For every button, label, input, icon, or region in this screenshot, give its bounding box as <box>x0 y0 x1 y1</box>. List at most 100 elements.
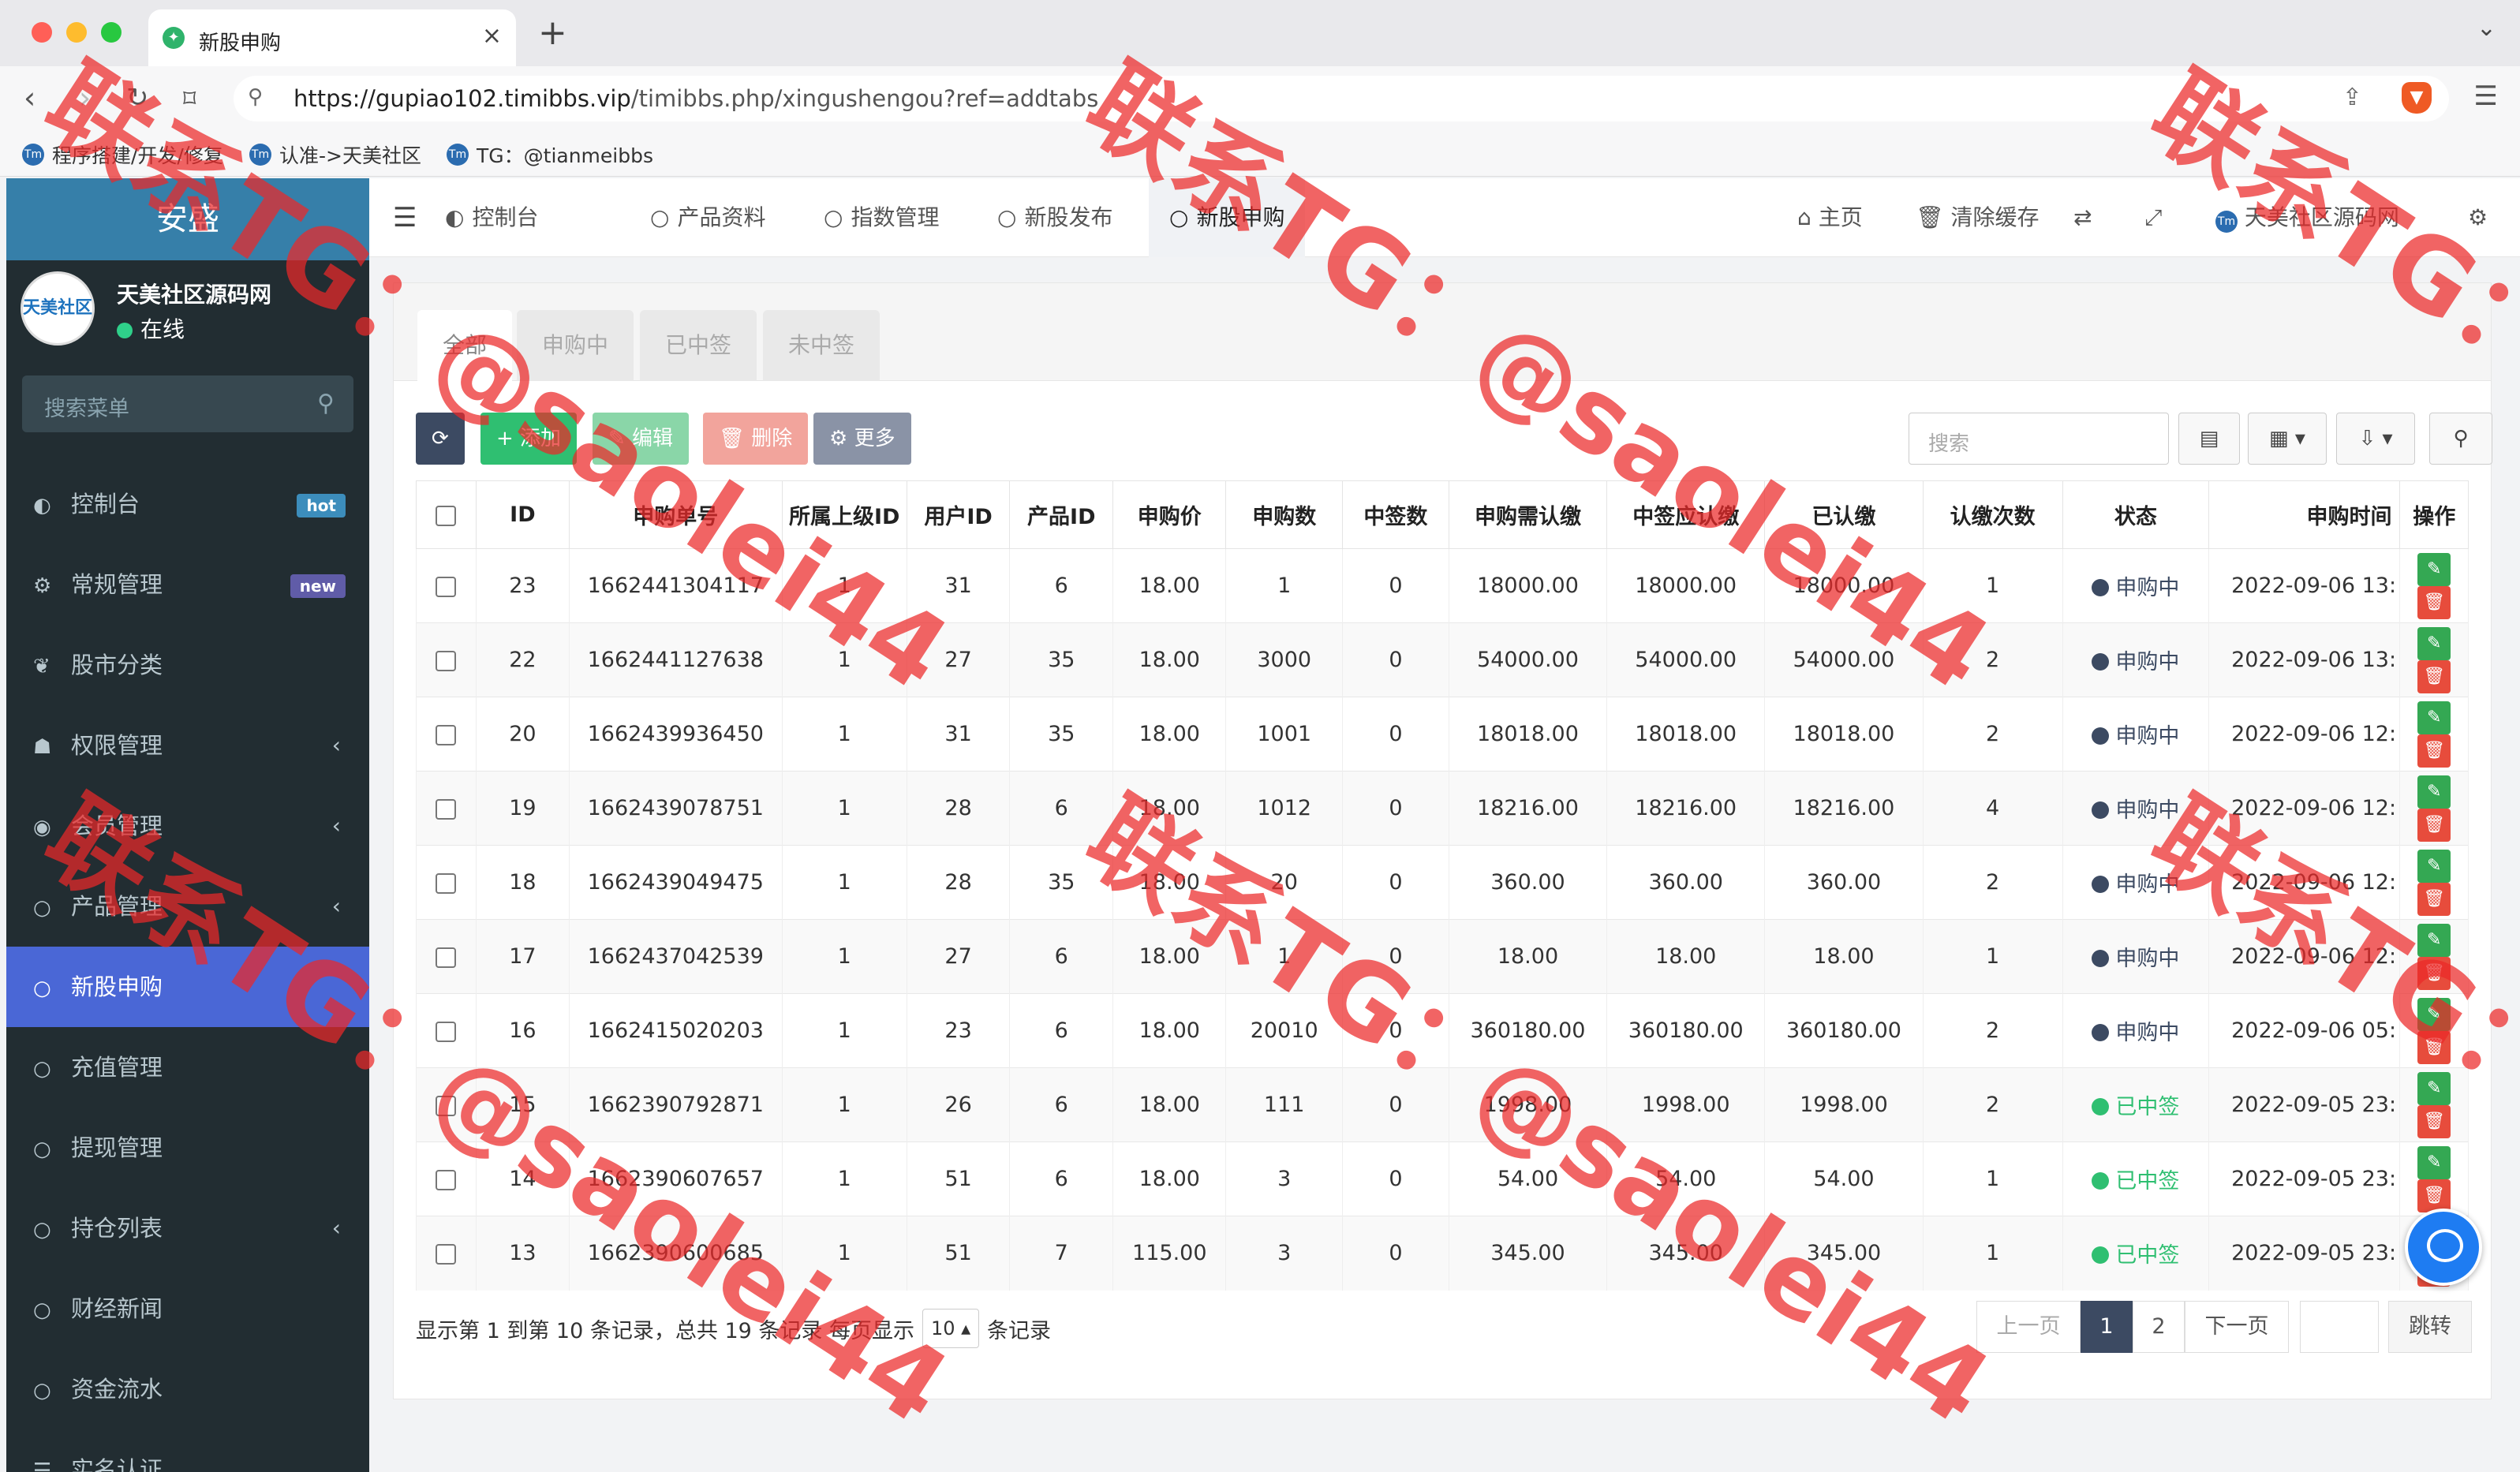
page-2-button[interactable]: 2 <box>2133 1301 2185 1353</box>
row-edit-icon[interactable]: ✎ <box>2417 552 2451 586</box>
row-delete-icon[interactable]: 🗑 <box>2417 734 2451 768</box>
zoom-window-button[interactable] <box>101 22 122 43</box>
column-header[interactable]: 产品ID <box>1009 480 1114 549</box>
clear-cache-link[interactable]: 🗑 清除缓存 <box>1916 178 2039 257</box>
row-checkbox[interactable] <box>436 1243 457 1265</box>
top-tab[interactable]: ○ 产品资料 <box>630 178 786 257</box>
more-button[interactable]: ⚙ 更多 <box>813 413 911 465</box>
settings-icon[interactable]: ⚙ <box>2468 178 2488 257</box>
table-row[interactable]: 13 1662390600685 1 51 7 115.00 3 0 345.00 345.00 3… <box>416 1216 2469 1291</box>
add-button[interactable]: + 添加 <box>480 413 578 465</box>
table-row[interactable]: 20 1662439936450 1 31 35 18.00 1001 0 18018.00 18… <box>416 697 2469 771</box>
reload-icon[interactable]: ↻ <box>126 82 149 114</box>
browser-tab[interactable]: ✦ 新股申购 × <box>148 9 516 66</box>
table-row[interactable]: 15 1662390792871 1 26 6 18.00 111 0 1998.00 1998.… <box>416 1067 2469 1142</box>
top-tab[interactable]: ○ 新股申购 <box>1149 178 1306 257</box>
sidebar-item[interactable]: ○ 新股申购 <box>6 947 369 1027</box>
edit-button[interactable]: ✎ 编辑 <box>593 413 690 465</box>
forward-icon[interactable]: › <box>79 80 91 115</box>
delete-button[interactable]: 🗑 删除 <box>703 413 809 465</box>
table-row[interactable]: 16 1662415020203 1 23 6 18.00 20010 0 360180.00 3… <box>416 993 2469 1068</box>
column-header[interactable]: 申购价 <box>1112 480 1227 549</box>
row-delete-icon[interactable]: 🗑 <box>2417 1104 2451 1138</box>
search-icon[interactable]: ⚲ <box>2429 413 2492 465</box>
columns-icon[interactable]: ▦ ▾ <box>2248 413 2327 465</box>
export-icon[interactable]: ⇩ ▾ <box>2336 413 2415 465</box>
select-all-checkbox[interactable] <box>436 505 457 526</box>
row-delete-icon[interactable]: 🗑 <box>2417 956 2451 990</box>
refresh-button[interactable]: ⟳ <box>416 413 465 465</box>
sidebar-item[interactable]: ○ 财经新闻 <box>6 1268 369 1349</box>
row-checkbox[interactable] <box>436 947 457 968</box>
row-checkbox[interactable] <box>436 798 457 820</box>
bookmark-item[interactable]: Tm 认准->天美社区 <box>249 140 421 169</box>
share-icon[interactable]: ⇪ <box>2342 84 2362 111</box>
row-delete-icon[interactable]: 🗑 <box>2417 1030 2451 1064</box>
column-header[interactable]: 操作 <box>2399 480 2469 549</box>
top-tab[interactable]: ○ 新股发布 <box>977 178 1133 257</box>
bookmark-item[interactable]: Tm 程序搭建/开发/修复 <box>22 140 223 169</box>
top-tab[interactable]: ○ 指数管理 <box>803 178 959 257</box>
row-checkbox[interactable] <box>436 650 457 671</box>
column-header[interactable]: 状态 <box>2062 480 2210 549</box>
home-link[interactable]: ⌂ 主页 <box>1797 178 1863 257</box>
filter-tab-lost[interactable]: 未中签 <box>763 310 881 381</box>
column-header[interactable]: 申购单号 <box>568 480 783 549</box>
column-header[interactable]: 申购时间 <box>2208 480 2401 549</box>
sidebar-item[interactable]: ○ 充值管理 <box>6 1027 369 1108</box>
table-row[interactable]: 18 1662439049475 1 28 35 18.00 20 0 360.00 360.00… <box>416 845 2469 920</box>
minimize-window-button[interactable] <box>66 22 87 43</box>
tab-list-icon[interactable]: ⌄ <box>2477 14 2496 42</box>
column-header[interactable]: 中签数 <box>1341 480 1449 549</box>
row-delete-icon[interactable]: 🗑 <box>2417 808 2451 842</box>
row-delete-icon[interactable]: 🗑 <box>2417 882 2451 916</box>
jump-page-input[interactable] <box>2300 1301 2379 1353</box>
filter-tab-all[interactable]: 全部 <box>417 310 513 381</box>
new-tab-button[interactable]: + <box>538 13 567 53</box>
table-row[interactable]: 22 1662441127638 1 27 35 18.00 3000 0 54000.00 54… <box>416 622 2469 697</box>
row-edit-icon[interactable]: ✎ <box>2417 1145 2451 1179</box>
filter-tab-won[interactable]: 已中签 <box>640 310 757 381</box>
toggle-view-icon[interactable]: ▤ <box>2178 413 2240 465</box>
row-checkbox[interactable] <box>436 1021 457 1042</box>
row-edit-icon[interactable]: ✎ <box>2417 701 2451 734</box>
bookmark-icon[interactable]: ⌑ <box>183 84 196 114</box>
row-delete-icon[interactable]: 🗑 <box>2417 659 2451 693</box>
brand-logo[interactable]: 安盛 <box>6 178 369 260</box>
table-search-input[interactable]: 搜索 <box>1909 413 2169 465</box>
sidebar-item[interactable]: ⚙ 常规管理 new <box>6 544 369 625</box>
sidebar-item[interactable]: ☰ 实名认证 <box>6 1429 369 1472</box>
page-size-select[interactable]: 10 ▴ <box>922 1309 979 1348</box>
sidebar-item[interactable]: ○ 资金流水 <box>6 1349 369 1429</box>
row-checkbox[interactable] <box>436 1169 457 1190</box>
top-tab[interactable]: ◐ 控制台 <box>424 178 559 257</box>
row-edit-icon[interactable]: ✎ <box>2417 849 2451 883</box>
chat-bubble-icon[interactable] <box>2405 1209 2482 1286</box>
column-header[interactable]: ID <box>475 480 570 549</box>
sidebar-item[interactable]: ○ 持仓列表 ‹ <box>6 1188 369 1268</box>
column-header[interactable]: 中签应认缴 <box>1606 480 1766 549</box>
sidebar-item[interactable]: ◐ 控制台 hot <box>6 464 369 544</box>
prev-page-button[interactable]: 上一页 <box>1976 1301 2081 1353</box>
row-checkbox[interactable] <box>436 724 457 745</box>
site-settings-icon[interactable]: ⚲ <box>248 85 263 109</box>
row-checkbox[interactable] <box>436 872 457 894</box>
row-delete-icon[interactable]: 🗑 <box>2417 585 2451 619</box>
filter-tab-applying[interactable]: 申购中 <box>517 310 634 381</box>
sidebar-item[interactable]: ❦ 股市分类 <box>6 625 369 705</box>
row-edit-icon[interactable]: ✎ <box>2417 775 2451 809</box>
next-page-button[interactable]: 下一页 <box>2185 1301 2289 1353</box>
row-edit-icon[interactable]: ✎ <box>2417 626 2451 660</box>
table-row[interactable]: 19 1662439078751 1 28 6 18.00 1012 0 18216.00 182… <box>416 771 2469 846</box>
column-header[interactable]: 申购需认缴 <box>1448 480 1608 549</box>
column-header[interactable]: 已认缴 <box>1764 480 1924 549</box>
table-row[interactable]: 23 1662441304117 1 31 6 18.00 1 0 18000.00 18000.… <box>416 548 2469 623</box>
sidebar-item[interactable]: ☗ 权限管理 ‹ <box>6 705 369 786</box>
row-edit-icon[interactable]: ✎ <box>2417 923 2451 957</box>
close-window-button[interactable] <box>32 22 52 43</box>
column-header[interactable]: 用户ID <box>906 480 1011 549</box>
sidebar-search-input[interactable]: 搜索菜单 ⚲ <box>22 375 353 432</box>
sidebar-item[interactable]: ○ 产品管理 ‹ <box>6 866 369 947</box>
row-edit-icon[interactable]: ✎ <box>2417 1071 2451 1105</box>
column-header[interactable]: 所属上级ID <box>781 480 907 549</box>
